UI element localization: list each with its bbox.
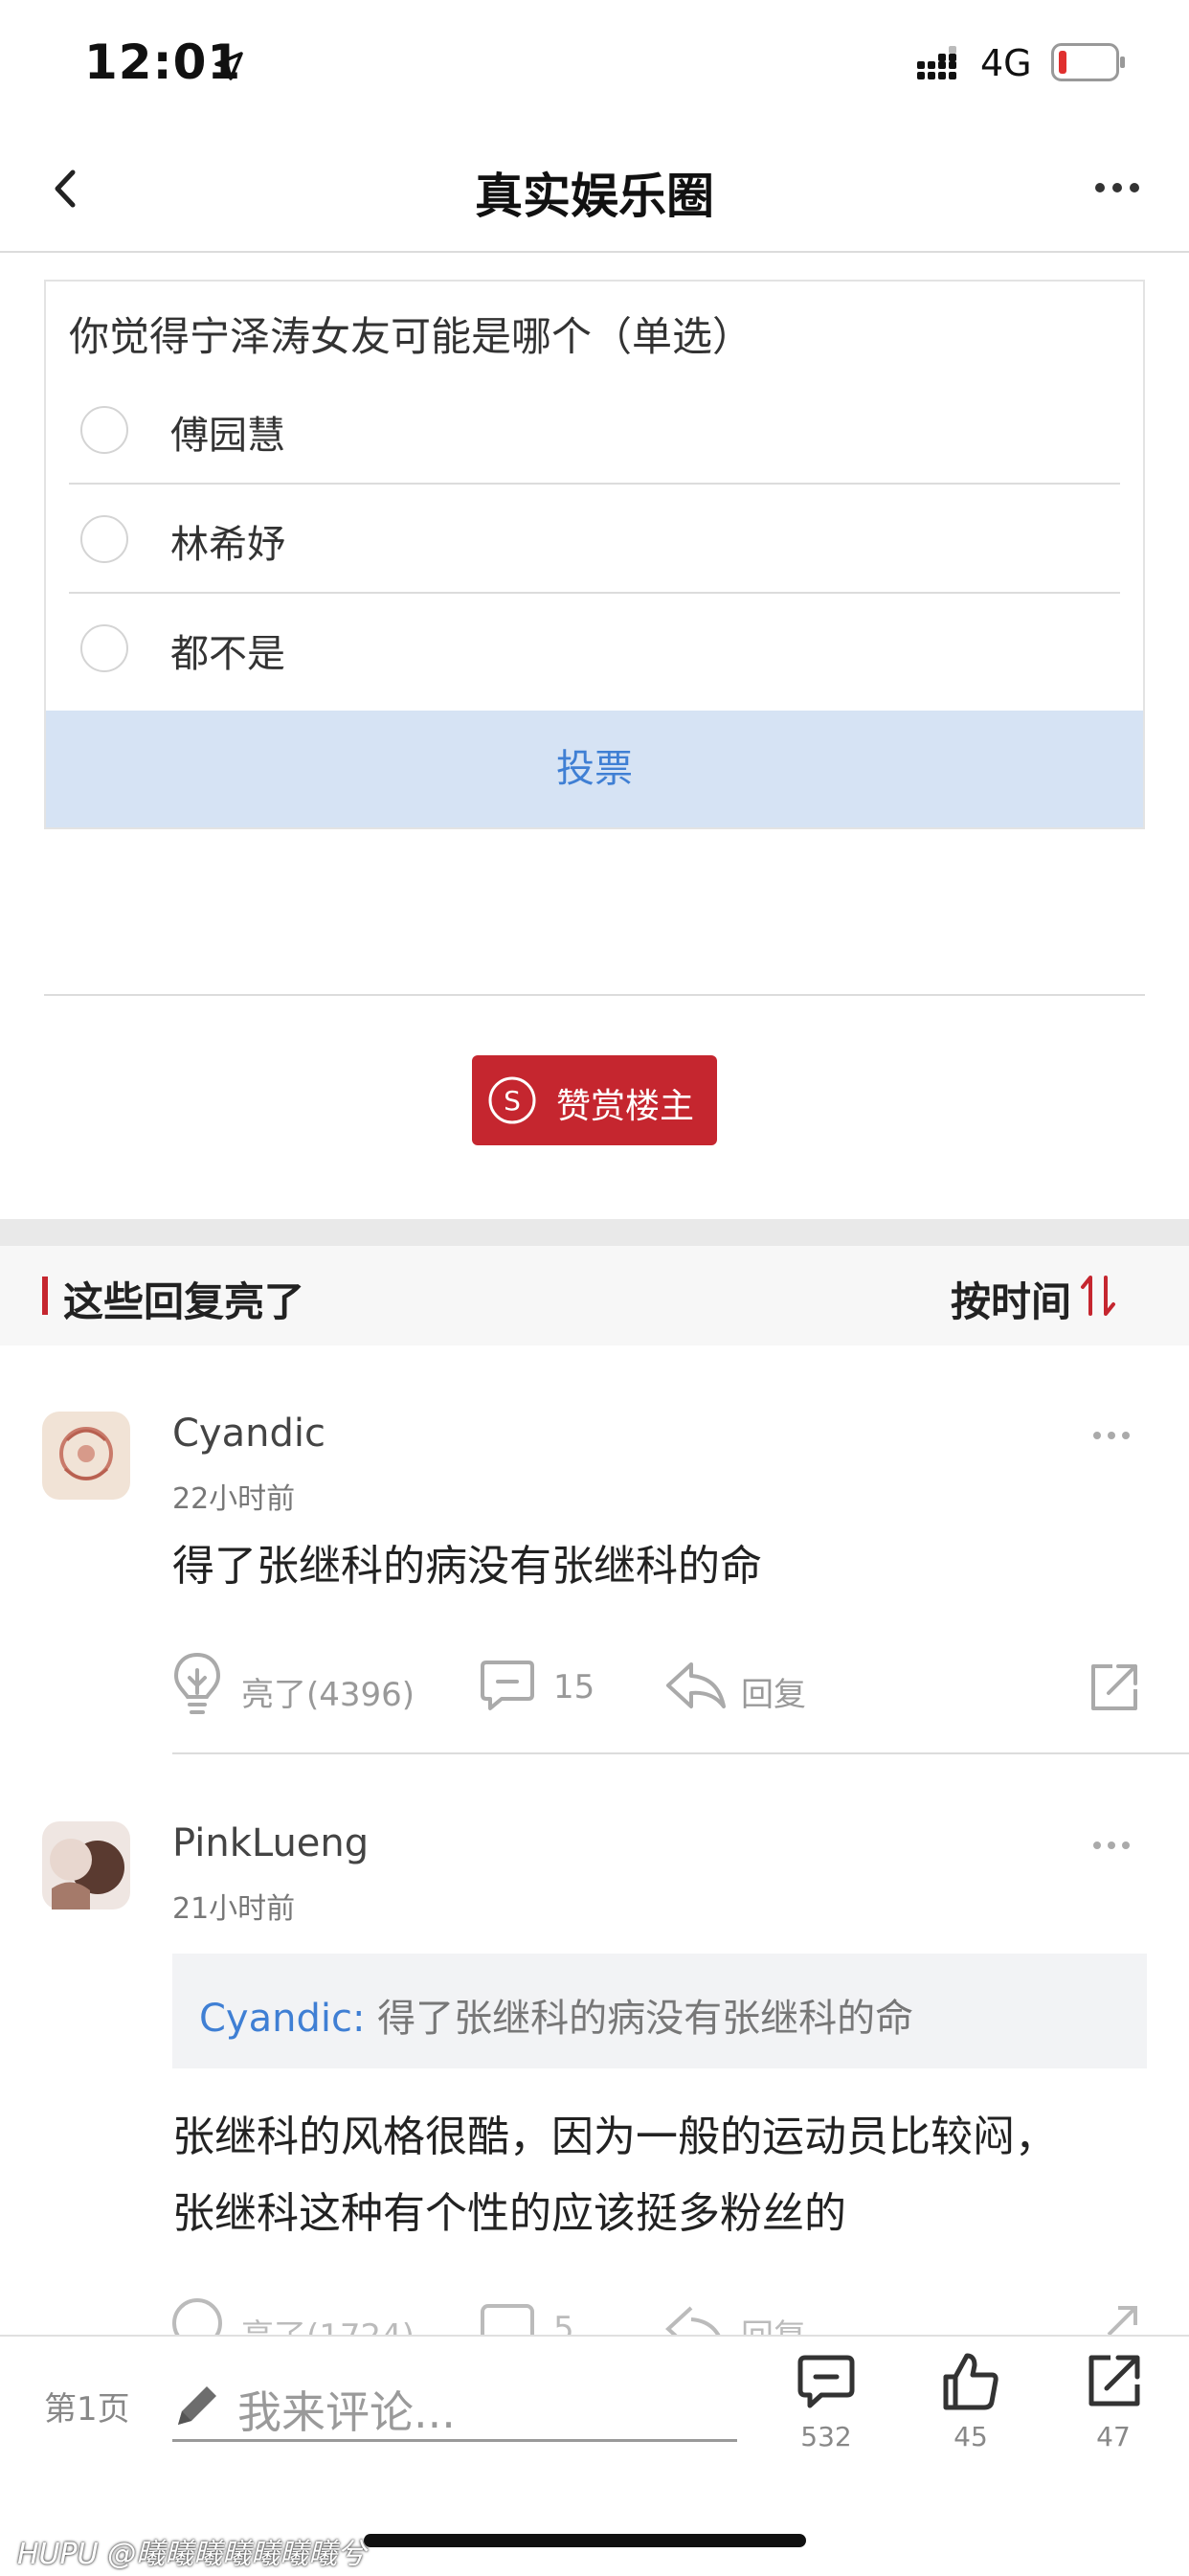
like-button[interactable] bbox=[170, 1651, 224, 1716]
thumbs-up-icon bbox=[943, 2353, 998, 2410]
comments-count: 532 bbox=[800, 2421, 852, 2452]
input-underline bbox=[172, 2439, 737, 2442]
comment-bubble-icon bbox=[797, 2355, 855, 2408]
quote-content: 得了张继科的病没有张继科的命 bbox=[377, 1997, 914, 2041]
share-icon bbox=[1088, 2355, 1140, 2407]
comment-content: 得了张继科的病没有张继科的命 bbox=[172, 1542, 762, 1591]
comment-username[interactable]: Cyandic bbox=[172, 1412, 325, 1456]
reply-icon[interactable] bbox=[664, 1659, 728, 1712]
like-post-button[interactable] bbox=[942, 2352, 999, 2411]
reply-count: 15 bbox=[553, 1668, 595, 1706]
signal-icon bbox=[917, 46, 967, 80]
home-indicator[interactable] bbox=[364, 2534, 806, 2547]
page-indicator[interactable]: 第1页 bbox=[44, 2383, 130, 2429]
poll-option-1[interactable]: 傅园慧 bbox=[69, 385, 1120, 479]
coin-icon: S bbox=[487, 1075, 537, 1125]
radio-button[interactable] bbox=[80, 406, 128, 454]
nav-divider bbox=[0, 251, 1189, 253]
lightbulb-icon bbox=[173, 1652, 221, 1714]
more-button[interactable] bbox=[1093, 178, 1141, 197]
comments-button[interactable] bbox=[796, 2354, 856, 2411]
radio-button[interactable] bbox=[80, 624, 128, 672]
avatar[interactable] bbox=[42, 1412, 130, 1500]
svg-text:S: S bbox=[504, 1085, 521, 1117]
battery-icon bbox=[1051, 43, 1126, 81]
reply-button[interactable]: 回复 bbox=[741, 1668, 806, 1715]
poll-option-label: 都不是 bbox=[170, 632, 285, 676]
comment-time: 21小时前 bbox=[172, 1892, 296, 1926]
more-icon bbox=[1095, 183, 1139, 192]
quote-username[interactable]: Cyandic: bbox=[199, 1997, 365, 2041]
like-label[interactable]: 亮了(4396) bbox=[241, 1668, 415, 1715]
comment-divider bbox=[172, 1752, 1189, 1754]
more-icon bbox=[1093, 1432, 1130, 1439]
likes-count: 45 bbox=[953, 2421, 988, 2452]
option-divider bbox=[69, 592, 1120, 594]
comment-username[interactable]: PinkLueng bbox=[172, 1821, 369, 1865]
watermark: HUPU @曦曦曦曦曦曦曦兮 bbox=[17, 2538, 367, 2571]
reward-button[interactable]: S 赞赏楼主 bbox=[472, 1055, 717, 1145]
network-type: 4G bbox=[980, 42, 1032, 84]
comment-content-line-1: 张继科的风格很酷，因为一般的运动员比较闷， bbox=[172, 2113, 1057, 2161]
option-divider bbox=[69, 483, 1120, 485]
reward-label: 赞赏楼主 bbox=[556, 1087, 695, 1126]
poll-option-label: 林希妤 bbox=[170, 523, 285, 567]
lit-replies-title: 这些回复亮了 bbox=[63, 1278, 305, 1325]
poll-question: 你觉得宁泽涛女友可能是哪个（单选） bbox=[69, 313, 753, 360]
poll-option-label: 傅园慧 bbox=[170, 414, 285, 458]
avatar[interactable] bbox=[42, 1821, 130, 1909]
pencil-icon bbox=[172, 2381, 222, 2430]
sort-label: 按时间 bbox=[951, 1278, 1072, 1325]
section-separator bbox=[0, 1219, 1189, 1246]
comment-count-icon[interactable] bbox=[479, 1659, 536, 1712]
share-post-button[interactable] bbox=[1086, 2352, 1143, 2409]
comment-content-line-2: 张继科这种有个性的应该挺多粉丝的 bbox=[172, 2189, 846, 2238]
radio-button[interactable] bbox=[80, 515, 128, 563]
section-marker bbox=[42, 1277, 48, 1315]
quote-text: Cyandic: 得了张继科的病没有张继科的命 bbox=[199, 1987, 913, 2043]
sort-arrows-icon bbox=[1079, 1274, 1117, 1318]
location-arrow-icon bbox=[213, 50, 245, 82]
poll-option-3[interactable]: 都不是 bbox=[69, 603, 1120, 697]
vote-button[interactable]: 投票 bbox=[46, 711, 1143, 827]
shares-count: 47 bbox=[1096, 2421, 1131, 2452]
poll-option-2[interactable]: 林希妤 bbox=[69, 494, 1120, 588]
comment-more-button[interactable] bbox=[1091, 1429, 1132, 1442]
more-icon bbox=[1093, 1842, 1130, 1849]
share-icon[interactable] bbox=[1088, 1661, 1141, 1714]
section-divider bbox=[44, 994, 1145, 996]
comment-input[interactable]: 我来评论... bbox=[237, 2378, 456, 2441]
comment-more-button[interactable] bbox=[1091, 1839, 1132, 1852]
comment-time: 22小时前 bbox=[172, 1482, 296, 1516]
sort-toggle[interactable]: 按时间 bbox=[951, 1262, 1123, 1329]
page-title: 真实娱乐圈 bbox=[475, 169, 714, 224]
